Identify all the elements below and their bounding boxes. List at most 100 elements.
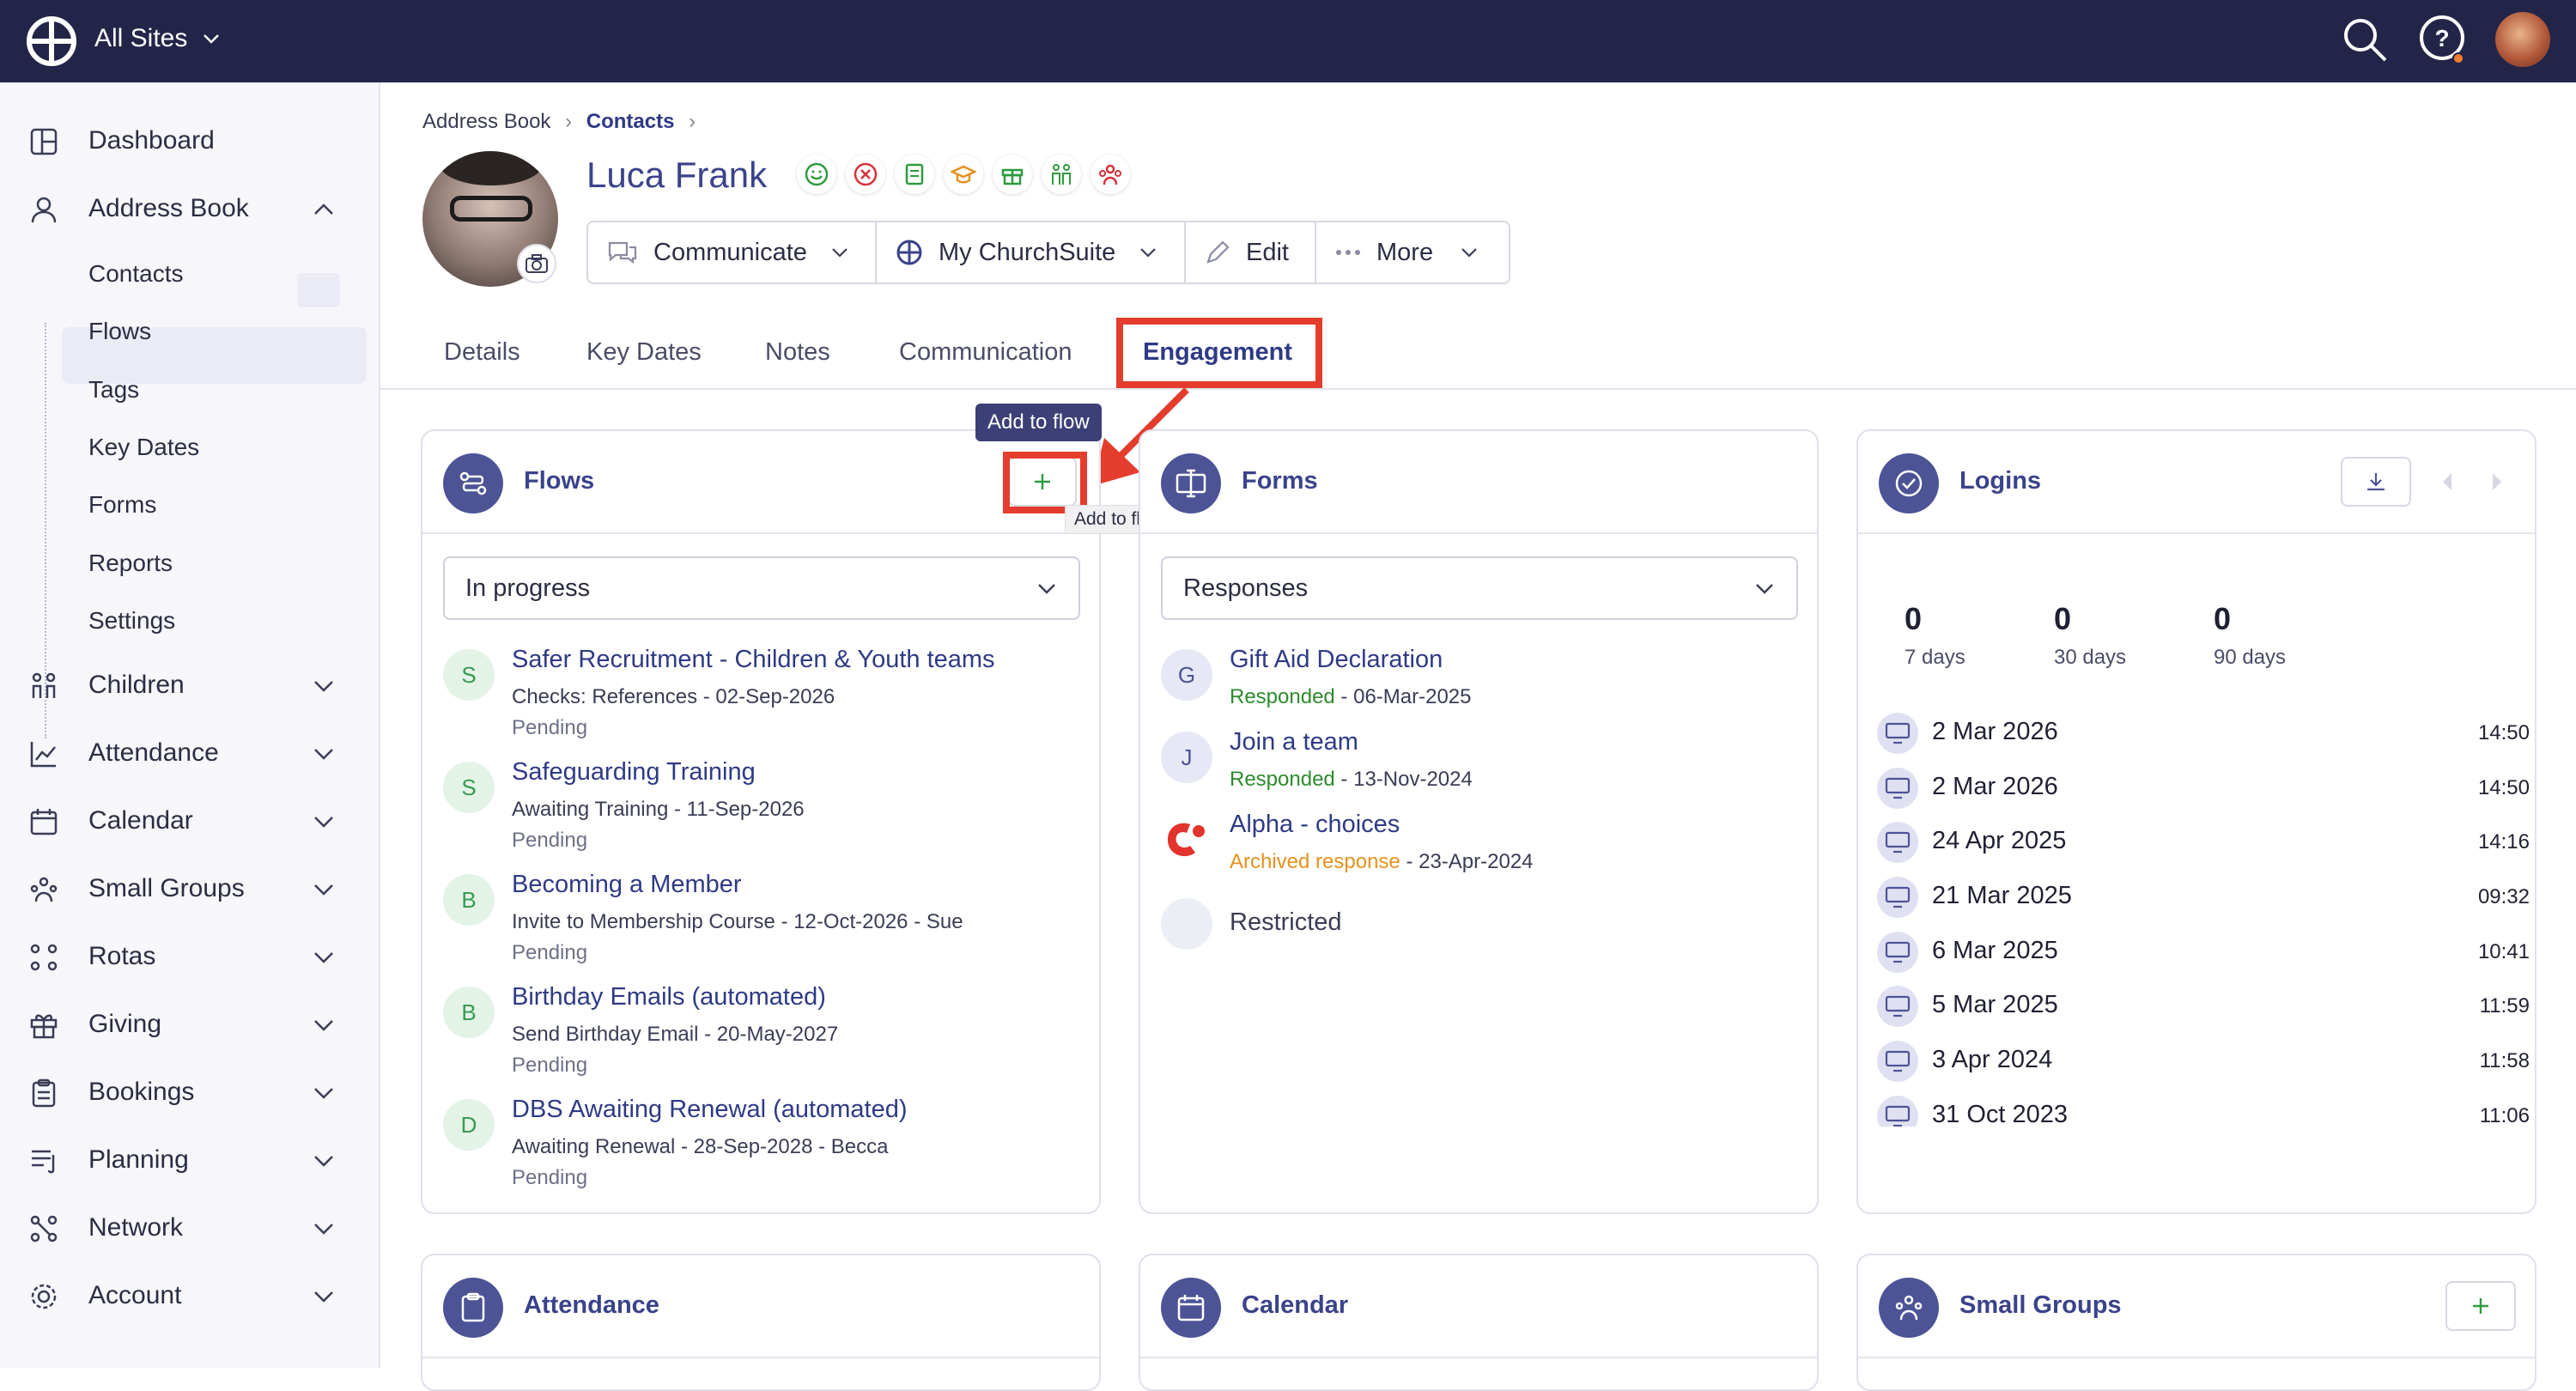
- flow-title[interactable]: Safer Recruitment - Children & Youth tea…: [512, 646, 995, 674]
- sidebar-item-network[interactable]: Network: [0, 1197, 380, 1259]
- sidebar-item-account[interactable]: Account: [0, 1265, 380, 1327]
- login-date: 31 Oct 2023: [1932, 1101, 2068, 1127]
- flow-title[interactable]: Safeguarding Training: [512, 758, 756, 787]
- forms-filter-value: Responses: [1183, 574, 1309, 602]
- subnav-flows[interactable]: Flows: [88, 318, 151, 345]
- tab-key-dates[interactable]: Key Dates: [586, 338, 702, 367]
- my-churchsuite-button[interactable]: My ChurchSuite: [877, 222, 1186, 282]
- person-icon: [31, 197, 57, 223]
- chevron-down-icon: [314, 681, 333, 692]
- logins-card-header: Logins: [1858, 431, 2535, 534]
- flow-title[interactable]: Birthday Emails (automated): [512, 983, 826, 1011]
- form-item[interactable]: G Gift Aid Declaration Responded - 06-Ma…: [1161, 646, 1796, 714]
- form-restricted-label: Restricted: [1230, 908, 1342, 936]
- chevron-right-icon[interactable]: [2487, 471, 2506, 493]
- calendar-card-title: Calendar: [1242, 1291, 1349, 1319]
- logins-card-title: Logins: [1959, 467, 2042, 495]
- flow-title[interactable]: DBS Awaiting Renewal (automated): [512, 1096, 908, 1124]
- flow-item[interactable]: D DBS Awaiting Renewal (automated) Await…: [443, 1096, 1078, 1190]
- form-item[interactable]: J Join a team Responded - 13-Nov-2024: [1161, 728, 1796, 797]
- sidebar-item-rotas[interactable]: Rotas: [0, 926, 380, 987]
- subnav-tags[interactable]: Tags: [88, 376, 139, 404]
- flow-item[interactable]: S Safer Recruitment - Children & Youth t…: [443, 646, 1078, 740]
- breadcrumb: Address Book › Contacts ›: [422, 110, 704, 134]
- monitor-icon: [1877, 932, 1918, 973]
- sidebar-item-label: Small Groups: [88, 874, 245, 902]
- flow-item[interactable]: B Becoming a Member Invite to Membership…: [443, 871, 1078, 965]
- form-title[interactable]: Join a team: [1230, 728, 1358, 756]
- group-icon: [30, 877, 58, 902]
- flows-filter-select[interactable]: In progress: [443, 556, 1080, 620]
- form-initial-avatar: G: [1161, 649, 1212, 701]
- attendance-card-title: Attendance: [524, 1291, 659, 1319]
- svg-text:?: ?: [2434, 25, 2449, 52]
- search-icon[interactable]: [2341, 15, 2389, 64]
- badge-graduation[interactable]: [944, 155, 983, 194]
- sidebar-item-giving[interactable]: Giving: [0, 993, 380, 1055]
- calendar-card-icon-circle: [1161, 1278, 1221, 1338]
- sidebar-item-children[interactable]: Children: [0, 654, 380, 716]
- tab-notes[interactable]: Notes: [765, 338, 830, 367]
- children-icon: [32, 672, 56, 698]
- login-date: 2 Mar 2026: [1932, 718, 2058, 745]
- badge-gift[interactable]: [993, 155, 1032, 194]
- chevron-up-icon[interactable]: [311, 197, 337, 222]
- communicate-button[interactable]: Communicate: [588, 222, 877, 282]
- sidebar-item-dashboard[interactable]: Dashboard: [0, 110, 380, 172]
- sidebar-item-address-book[interactable]: Address Book: [0, 178, 380, 240]
- tab-details[interactable]: Details: [444, 338, 520, 367]
- flow-title[interactable]: Becoming a Member: [512, 871, 742, 899]
- flows-card: Flows In progress S Safer Recruitment - …: [421, 429, 1101, 1214]
- small-groups-card-header: Small Groups: [1858, 1255, 2535, 1358]
- download-logins-button[interactable]: [2341, 457, 2411, 507]
- badge-cancel[interactable]: [846, 155, 885, 194]
- edit-button[interactable]: Edit: [1186, 222, 1316, 282]
- sidebar-item-bookings[interactable]: Bookings: [0, 1061, 380, 1123]
- breadcrumb-contacts[interactable]: Contacts: [586, 110, 675, 133]
- churchsuite-logo-icon[interactable]: [26, 15, 77, 67]
- breadcrumb-address-book[interactable]: Address Book: [422, 110, 550, 133]
- sidebar-item-label: Bookings: [88, 1078, 195, 1106]
- subnav-reports[interactable]: Reports: [88, 550, 173, 577]
- x-circle-icon: [854, 162, 878, 186]
- chevron-down-icon: [314, 1088, 333, 1099]
- badge-group[interactable]: [1091, 155, 1130, 194]
- alpha-logo-icon: [1168, 823, 1205, 857]
- flow-item[interactable]: B Birthday Emails (automated) Send Birth…: [443, 983, 1078, 1078]
- sidebar-item-planning[interactable]: Planning: [0, 1129, 380, 1191]
- communicate-label: Communicate: [653, 238, 807, 266]
- site-selector-label: All Sites: [94, 24, 188, 52]
- more-button[interactable]: More: [1316, 222, 1509, 282]
- chevron-down-icon: [1756, 584, 1773, 594]
- sidebar-item-calendar[interactable]: Calendar: [0, 790, 380, 852]
- chat-icon: [608, 241, 637, 264]
- subnav-key-dates[interactable]: Key Dates: [88, 434, 199, 461]
- badge-family[interactable]: [1042, 155, 1081, 194]
- form-title[interactable]: Alpha - choices: [1230, 811, 1400, 839]
- site-selector[interactable]: All Sites: [94, 24, 222, 53]
- form-response-date: - 23-Apr-2024: [1400, 850, 1534, 873]
- add-small-group-button[interactable]: [2445, 1281, 2516, 1331]
- help-button[interactable]: ?: [2418, 14, 2466, 66]
- flow-item[interactable]: S Safeguarding Training Awaiting Trainin…: [443, 758, 1078, 853]
- badge-document[interactable]: [895, 155, 934, 194]
- sidebar-item-small-groups[interactable]: Small Groups: [0, 858, 380, 920]
- login-time: 11:06: [2479, 1104, 2530, 1127]
- monitor-icon: [1877, 1096, 1918, 1127]
- tab-communication[interactable]: Communication: [899, 338, 1072, 367]
- forms-card-title: Forms: [1242, 467, 1318, 495]
- subnav-settings[interactable]: Settings: [88, 607, 175, 635]
- form-response-state: Archived response: [1230, 850, 1400, 873]
- badge-smile[interactable]: [797, 155, 836, 194]
- form-item[interactable]: Alpha - choices Archived response - 23-A…: [1161, 811, 1796, 879]
- flow-step: Invite to Membership Course - 12-Oct-202…: [512, 910, 963, 933]
- forms-filter-select[interactable]: Responses: [1161, 556, 1798, 620]
- subnav-contacts[interactable]: Contacts: [88, 260, 184, 288]
- chevron-left-icon[interactable]: [2439, 471, 2458, 493]
- form-title[interactable]: Gift Aid Declaration: [1230, 646, 1443, 674]
- change-photo-button[interactable]: [517, 244, 556, 283]
- subnav-forms[interactable]: Forms: [88, 491, 156, 519]
- sidebar-item-attendance[interactable]: Attendance: [0, 722, 380, 784]
- chevron-down-icon: [204, 34, 220, 44]
- user-avatar[interactable]: [2495, 12, 2550, 67]
